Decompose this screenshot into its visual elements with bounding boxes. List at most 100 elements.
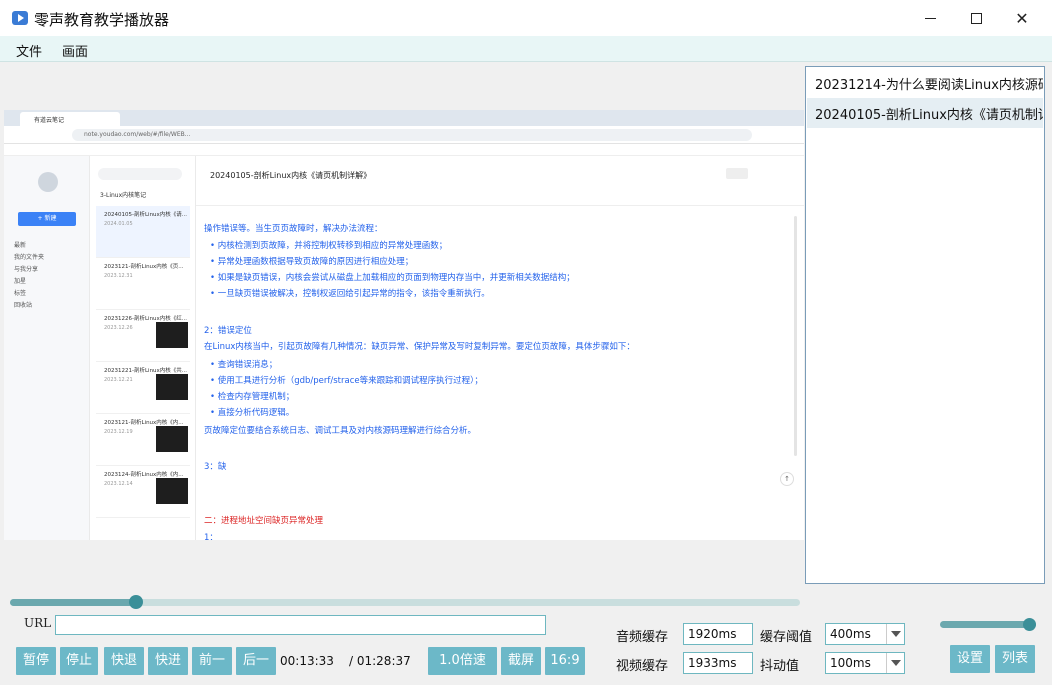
note-title: 20231226-剖析Linux内核《红...: [104, 316, 188, 322]
stop-button[interactable]: 停止: [60, 647, 98, 675]
cache-threshold-select[interactable]: 400ms: [825, 623, 905, 645]
note-title: 2023121-剖析Linux内核《页...: [104, 264, 184, 270]
doc-line: 页故障定位要结合系统日志、调试工具及对内核源码理解进行综合分析。: [204, 426, 477, 436]
doc-line: 查询错误消息；: [210, 358, 278, 370]
app-play-icon: [12, 11, 28, 25]
cache-threshold-label: 缓存阈值: [760, 630, 813, 645]
frame-address-bar: note.youdao.com/web/#/file/WEB...: [4, 126, 804, 144]
window-title: 零声教育教学播放器: [34, 11, 170, 29]
cache-threshold-value: 400ms: [830, 627, 871, 641]
frame-scrollbar: [794, 216, 797, 456]
next-button[interactable]: 后一: [236, 647, 276, 675]
progress-fill: [10, 599, 137, 606]
title-bar: 零声教育教学播放器 ✕: [0, 0, 1052, 36]
menu-bar: 文件 画面: [0, 36, 1052, 62]
doc-line: 检查内存管理机制；: [210, 390, 295, 402]
note-thumbnail: [156, 374, 188, 400]
minimize-icon: [924, 17, 936, 19]
audio-cache-field[interactable]: 1920ms: [683, 623, 753, 645]
frame-new-button: + 新建: [18, 212, 76, 226]
progress-handle[interactable]: [129, 595, 144, 609]
note-meta: 2023.12.31: [104, 273, 133, 279]
frame-editor-toolbar: [196, 190, 804, 206]
note-title: 20231221-剖析Linux内核《共...: [104, 368, 188, 374]
current-time: 00:13:33: [280, 654, 334, 668]
frame-nav-item: 我的文件夹: [14, 254, 45, 261]
list-button[interactable]: 列表: [995, 645, 1035, 673]
playlist-item[interactable]: 20231214-为什么要阅读Linux内核源码...: [807, 68, 1043, 98]
frame-tab: 有道云笔记: [20, 112, 120, 126]
volume-handle[interactable]: [1023, 618, 1036, 631]
close-button[interactable]: ✕: [999, 0, 1045, 36]
menu-file[interactable]: 文件: [16, 41, 42, 60]
frame-bookmarks-bar: [4, 144, 804, 156]
note-title: 2023121-剖析Linux内核《内...: [104, 420, 184, 426]
rewind-button[interactable]: 快退: [104, 647, 144, 675]
scroll-top-icon: ↑: [780, 472, 794, 486]
doc-line: 在Linux内核当中，引起页故障有几种情况：缺页异常、保护异常及写时复制异常。要…: [204, 342, 635, 352]
note-title: 2023124-剖析Linux内核《内...: [104, 472, 184, 478]
maximize-icon: [970, 12, 982, 24]
chevron-down-icon[interactable]: [886, 653, 904, 673]
avatar: [38, 172, 58, 192]
list-item: 2023124-剖析Linux内核《内... 2023.12.14: [96, 466, 190, 518]
list-item: 20231226-剖析Linux内核《红... 2023.12.26: [96, 310, 190, 362]
playlist: 20231214-为什么要阅读Linux内核源码... 20240105-剖析L…: [805, 66, 1045, 584]
frame-folder-title: 3-Linux内核笔记: [100, 192, 147, 199]
doc-line: 二：进程地址空间缺页异常处理: [204, 516, 324, 526]
list-item: 20240105-剖析Linux内核《请... 2024.01.05: [96, 206, 190, 258]
url-label: URL: [24, 616, 52, 630]
frame-nav-item: 回收站: [14, 302, 33, 309]
aspect-ratio-button[interactable]: 16:9: [545, 647, 585, 675]
frame-tab-bar: 有道云笔记: [4, 110, 804, 126]
doc-line: 如果是缺页错误，内核会尝试从磁盘上加载相应的页面到物理内存当中，并更新相关数据结…: [210, 271, 575, 283]
note-thumbnail: [156, 478, 188, 504]
frame-nav-item: 加星: [14, 278, 27, 285]
frame-url: note.youdao.com/web/#/file/WEB...: [72, 129, 752, 141]
frame-editor: 20240105-剖析Linux内核《请页机制详解》 操作错误等。当生页页故障时…: [196, 156, 804, 540]
list-item: 2023121-剖析Linux内核《页... 2023.12.31: [96, 258, 190, 310]
list-item: 2023121-剖析Linux内核《内... 2023.12.19: [96, 414, 190, 466]
doc-line: 直接分析代码逻辑。: [210, 406, 295, 418]
frame-left-nav: + 新建 最新 我的文件夹 与我分享 加星 标签 回收站: [4, 156, 90, 540]
jitter-select[interactable]: 100ms: [825, 652, 905, 674]
jitter-label: 抖动值: [760, 659, 800, 674]
note-thumbnail: [156, 426, 188, 452]
doc-line: 3：缺: [204, 462, 227, 472]
doc-line: 2：错误定位: [204, 326, 252, 336]
volume-slider[interactable]: [940, 621, 1036, 628]
close-icon: ✕: [1015, 8, 1029, 28]
frame-nav-item: 与我分享: [14, 266, 39, 273]
jitter-value: 100ms: [830, 656, 871, 670]
doc-line: 1：: [204, 533, 218, 540]
screenshot-button[interactable]: 截屏: [501, 647, 541, 675]
video-cache-label: 视频缓存: [616, 659, 669, 674]
speed-button[interactable]: 1.0倍速: [428, 647, 497, 675]
prev-button[interactable]: 前一: [192, 647, 232, 675]
frame-share-button: [726, 168, 748, 179]
url-input[interactable]: [55, 615, 546, 635]
forward-button[interactable]: 快进: [148, 647, 188, 675]
note-meta: 2024.01.05: [104, 221, 133, 227]
frame-note-list: 3-Linux内核笔记 20240105-剖析Linux内核《请... 2024…: [90, 156, 196, 540]
total-time: / 01:28:37: [349, 654, 411, 668]
frame-nav-item: 最新: [14, 242, 27, 249]
minimize-button[interactable]: [907, 0, 953, 36]
chevron-down-icon[interactable]: [886, 624, 904, 644]
video-cache-field[interactable]: 1933ms: [683, 652, 753, 674]
list-item: 20231221-剖析Linux内核《共... 2023.12.21: [96, 362, 190, 414]
video-frame: 有道云笔记 note.youdao.com/web/#/file/WEB... …: [4, 110, 804, 540]
frame-search: [98, 168, 182, 180]
audio-cache-label: 音频缓存: [616, 630, 669, 645]
pause-button[interactable]: 暂停: [16, 647, 56, 675]
doc-line: 一旦缺页错误被解决，控制权返回给引起异常的指令，该指令重新执行。: [210, 287, 490, 299]
settings-button[interactable]: 设置: [950, 645, 990, 673]
menu-view[interactable]: 画面: [62, 41, 88, 60]
playlist-item[interactable]: 20240105-剖析Linux内核《请页机制详...: [807, 98, 1043, 128]
doc-line: 内核检测到页故障，并将控制权转移到相应的异常处理函数；: [210, 239, 448, 251]
note-thumbnail: [156, 322, 188, 348]
note-title: 20240105-剖析Linux内核《请...: [104, 212, 188, 218]
doc-line: 异常处理函数根据导致页故障的原因进行相应处理；: [210, 255, 414, 267]
maximize-button[interactable]: [953, 0, 999, 36]
doc-line: 操作错误等。当生页页故障时，解决办法流程：: [204, 224, 383, 234]
